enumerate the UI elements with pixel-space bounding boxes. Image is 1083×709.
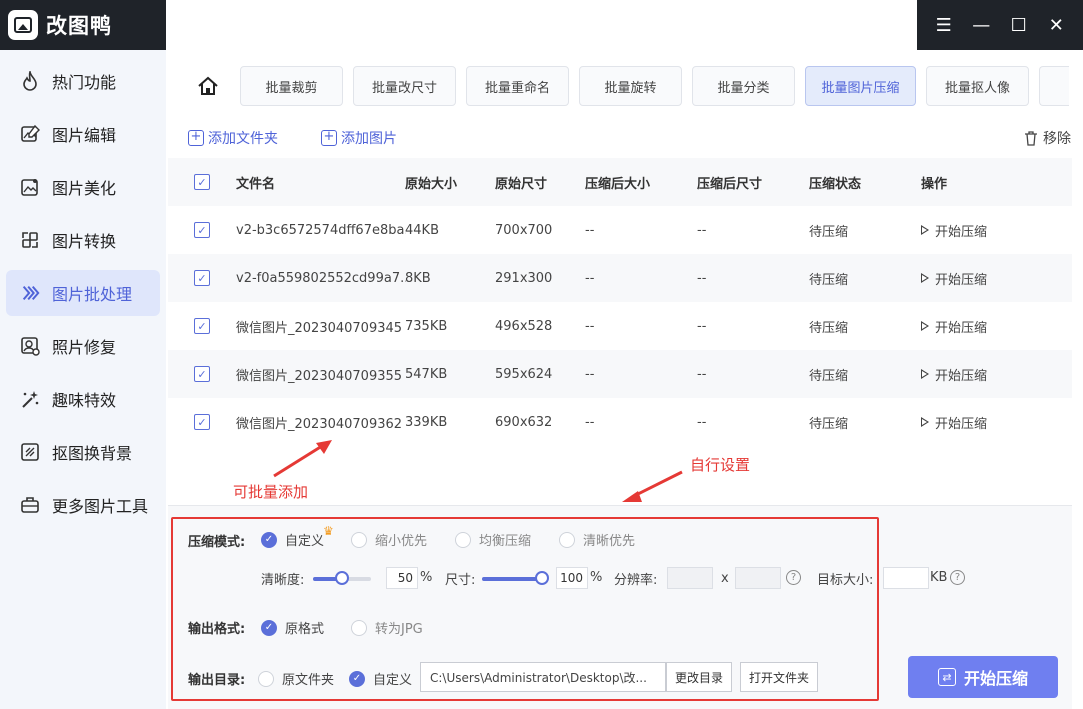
clarity-label: 清晰度: — [261, 573, 305, 588]
target-size-label: 目标大小: — [817, 573, 874, 588]
radio-label: 清晰优先 — [583, 534, 636, 549]
radio-label: 均衡压缩 — [479, 534, 532, 549]
radio-label: 自定义 — [285, 534, 325, 549]
resolution-help-icon[interactable]: ? — [786, 570, 801, 585]
compress-mode-label: 压缩模式: — [188, 535, 246, 550]
annotation-custom-settings: 自行设置 — [690, 456, 751, 474]
annotation-batch-add: 可批量添加 — [233, 483, 309, 501]
output-path-field[interactable]: C:\Users\Administrator\Desktop\改... — [420, 662, 666, 692]
resolution-x: x — [721, 571, 729, 586]
compress-icon: ⇄ — [937, 668, 956, 686]
format-jpg-radio[interactable]: 转为JPG — [351, 618, 423, 637]
mode-balanced-radio[interactable]: 均衡压缩 — [455, 530, 531, 549]
change-dir-button[interactable]: 更改目录 — [666, 662, 732, 692]
radio-label: 原文件夹 — [282, 673, 335, 688]
mode-custom-radio[interactable]: ✓ 自定义 — [261, 530, 324, 549]
target-size-input[interactable] — [883, 567, 929, 589]
radio-checked-icon: ✓ — [261, 619, 277, 636]
clarity-input[interactable]: 50 — [386, 567, 418, 589]
mode-clarity-radio[interactable]: 清晰优先 — [559, 530, 635, 549]
dir-original-radio[interactable]: 原文件夹 — [258, 669, 334, 688]
size-input[interactable]: 100 — [556, 567, 588, 589]
radio-checked-icon: ✓ — [261, 531, 277, 548]
clarity-slider-handle[interactable] — [335, 571, 349, 585]
radio-unchecked-icon — [351, 531, 367, 548]
dir-custom-radio[interactable]: ✓ 自定义 — [349, 669, 412, 688]
size-label: 尺寸: — [445, 573, 476, 588]
radio-label: 转为JPG — [375, 622, 423, 637]
mode-smaller-radio[interactable]: 缩小优先 — [351, 530, 427, 549]
app-window: 改图鸭 热门功能 图片编辑 图片美化 图片转换 图片批处理 照片修复 趣味特效 … — [0, 0, 1083, 709]
vip-crown-icon: ♛ — [323, 524, 334, 538]
target-help-icon[interactable]: ? — [950, 570, 965, 585]
radio-unchecked-icon — [351, 619, 367, 636]
radio-label: 自定义 — [373, 673, 413, 688]
radio-unchecked-icon — [258, 670, 274, 687]
clarity-percent: % — [420, 570, 433, 585]
resolution-height-input[interactable] — [735, 567, 781, 589]
radio-label: 缩小优先 — [375, 534, 428, 549]
size-slider-handle[interactable] — [535, 571, 549, 585]
open-folder-button[interactable]: 打开文件夹 — [740, 662, 818, 692]
size-percent: % — [590, 570, 603, 585]
resolution-label: 分辨率: — [614, 573, 658, 588]
radio-unchecked-icon — [559, 531, 575, 548]
radio-checked-icon: ✓ — [349, 670, 365, 687]
radio-unchecked-icon — [455, 531, 471, 548]
resolution-width-input[interactable] — [667, 567, 713, 589]
start-compress-button[interactable]: ⇄ 开始压缩 — [908, 656, 1058, 698]
output-dir-label: 输出目录: — [188, 673, 246, 688]
target-size-unit: KB — [930, 570, 948, 585]
output-format-label: 输出格式: — [188, 622, 246, 637]
start-compress-label: 开始压缩 — [963, 669, 1028, 688]
radio-label: 原格式 — [285, 622, 325, 637]
format-original-radio[interactable]: ✓ 原格式 — [261, 618, 324, 637]
